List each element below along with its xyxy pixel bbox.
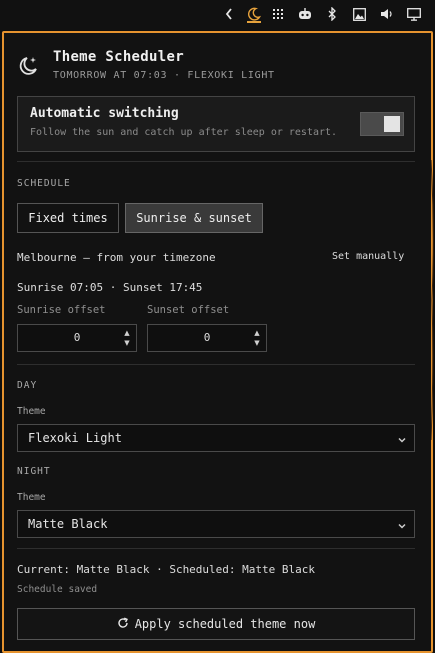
automatic-switching-description: Follow the sun and catch up after sleep …	[30, 127, 338, 138]
set-manually-link[interactable]: Set manually	[332, 251, 404, 262]
page-title: Theme Scheduler	[53, 49, 184, 65]
schedule-section-label: SCHEDULE	[17, 178, 71, 189]
apply-scheduled-theme-button[interactable]: Apply scheduled theme now	[17, 608, 415, 640]
chevron-down-icon[interactable]: ▼	[122, 338, 132, 348]
apply-button-content: Apply scheduled theme now	[18, 609, 414, 639]
sunrise-offset-stepper[interactable]: 0 ▲ ▼	[17, 324, 137, 352]
automatic-switching-toggle[interactable]	[360, 112, 404, 136]
chevron-down-icon[interactable]: ▼	[252, 338, 262, 348]
schedule-saved-text: Schedule saved	[17, 584, 98, 595]
volume-icon[interactable]	[379, 6, 393, 22]
active-indicator	[247, 21, 261, 23]
system-tray	[0, 0, 435, 30]
grid-icon[interactable]	[271, 6, 285, 22]
desktop-background-edge	[430, 150, 435, 450]
automatic-switching-title: Automatic switching	[30, 106, 179, 121]
day-section-label: DAY	[17, 380, 38, 391]
sunrise-sunset-button[interactable]: Sunrise & sunset	[125, 203, 263, 233]
stepper-arrows: ▲ ▼	[122, 328, 132, 348]
day-theme-value: Flexoki Light	[28, 431, 122, 445]
current-status-text: Current: Matte Black · Scheduled: Matte …	[17, 563, 316, 576]
robot-icon[interactable]	[297, 6, 313, 22]
location-text: Melbourne — from your timezone	[17, 251, 216, 264]
day-theme-label: Theme	[17, 406, 46, 417]
next-switch-subtitle: TOMORROW AT 07:03 · FLEXOKI LIGHT	[53, 70, 275, 81]
night-theme-select[interactable]: Matte Black	[17, 510, 415, 538]
toggle-knob	[384, 116, 400, 132]
apply-button-label: Apply scheduled theme now	[134, 617, 316, 631]
divider	[17, 161, 415, 162]
sun-times-text: Sunrise 07:05 · Sunset 17:45	[17, 281, 203, 294]
sunrise-offset-label: Sunrise offset	[17, 304, 106, 316]
chevron-down-icon	[396, 517, 408, 529]
monitor-icon[interactable]	[406, 6, 422, 22]
divider	[17, 364, 415, 365]
theme-scheduler-panel: Theme Scheduler TOMORROW AT 07:03 · FLEX…	[2, 31, 433, 653]
refresh-icon	[117, 617, 129, 632]
stepper-arrows: ▲ ▼	[252, 328, 262, 348]
sunset-offset-label: Sunset offset	[147, 304, 230, 316]
moon-stars-icon	[17, 55, 39, 77]
night-theme-value: Matte Black	[28, 517, 108, 531]
sunrise-offset-value[interactable]: 0	[18, 325, 136, 351]
chevron-down-icon	[396, 431, 408, 443]
divider	[17, 548, 415, 549]
chevron-left-icon[interactable]	[222, 6, 236, 22]
sunset-offset-stepper[interactable]: 0 ▲ ▼	[147, 324, 267, 352]
moon-icon[interactable]	[246, 6, 262, 22]
day-theme-select[interactable]: Flexoki Light	[17, 424, 415, 452]
sunset-offset-value[interactable]: 0	[148, 325, 266, 351]
night-theme-label: Theme	[17, 492, 46, 503]
automatic-switching-card: Automatic switching Follow the sun and c…	[17, 96, 415, 152]
chevron-up-icon[interactable]: ▲	[122, 328, 132, 338]
night-section-label: NIGHT	[17, 466, 51, 477]
chevron-up-icon[interactable]: ▲	[252, 328, 262, 338]
fixed-times-button[interactable]: Fixed times	[17, 203, 119, 233]
image-icon[interactable]	[352, 6, 366, 22]
bluetooth-icon[interactable]	[326, 6, 338, 22]
